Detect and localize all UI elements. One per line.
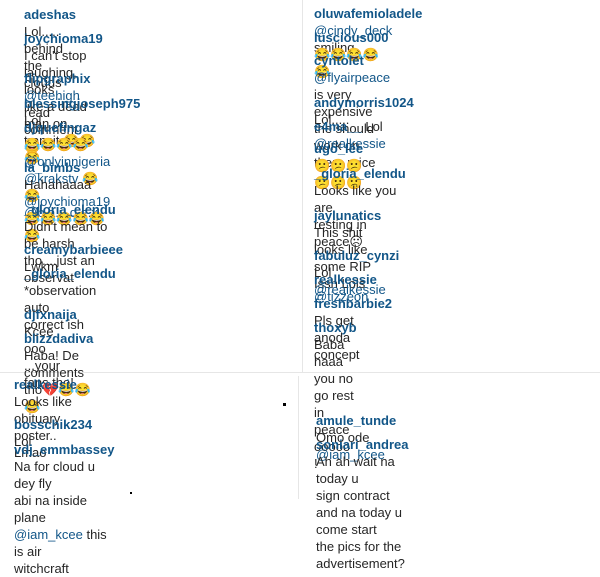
comment-text: Baba haaa you no go rest in	[314, 337, 354, 420]
comment-mention[interactable]: @iam_kcee	[14, 527, 83, 542]
comment-text: witchcraft	[14, 561, 69, 576]
comment-mention[interactable]: @flyairpeace	[314, 70, 390, 85]
column-divider	[302, 0, 303, 372]
comment-text: Na for cloud u dey fly	[14, 459, 95, 491]
comment-username[interactable]: _gloria_elendu	[24, 266, 116, 281]
comment-username[interactable]: cyntolet	[314, 53, 364, 68]
comment-username[interactable]: bosschik234	[14, 417, 92, 432]
artifact-dot	[283, 403, 286, 406]
comment-username[interactable]: _gloria_elendu	[24, 202, 116, 217]
comment-username[interactable]: joychioma19	[24, 31, 103, 46]
comment-username[interactable]: thoxyb	[314, 320, 357, 335]
comment-text: abi na inside plane	[14, 493, 87, 525]
comment-username[interactable]: realkessie	[14, 377, 77, 392]
comment-username[interactable]: creamybarbieee	[24, 242, 123, 257]
comment-username[interactable]: e4ma__	[314, 119, 362, 134]
comment-username[interactable]: ugo_lee	[314, 141, 363, 156]
comment-text: sign contract and na today u come start	[316, 488, 403, 537]
comment-username[interactable]: andymorris1024	[314, 95, 414, 110]
comment-username[interactable]: flipgraphix	[24, 71, 90, 86]
comment-username[interactable]: blessingjoseph975	[24, 96, 140, 111]
bottom-column-divider	[298, 376, 299, 499]
comment-username[interactable]: la_bimbs	[24, 160, 80, 175]
comment-username[interactable]: adeshas	[24, 7, 76, 22]
comment-username[interactable]: _gloria_elendu	[314, 166, 406, 181]
comment-username[interactable]: djquefingaz	[24, 120, 96, 135]
comment-username[interactable]: djfxnaija	[24, 307, 77, 322]
comment: vdj_emmbassey Na for cloud u dey fly abi…	[14, 441, 114, 577]
comment-username[interactable]: oluwafemioladele	[314, 6, 422, 21]
comment-text: Ah ah wait na today u	[316, 454, 395, 486]
comment-username[interactable]: freshbarbie2	[314, 296, 392, 311]
comment-username[interactable]: luscious000	[314, 30, 388, 45]
comment-username[interactable]: soniari_andrea	[316, 437, 409, 452]
comment: soniari_andrea Ah ah wait na today u sig…	[316, 436, 409, 572]
artifact-dot	[130, 492, 132, 494]
comment-text: the pics for the advertisement?	[316, 539, 405, 571]
comment-text: Hahahaaaa	[24, 177, 92, 192]
comment-text: Lol	[365, 119, 383, 134]
comment-username[interactable]: vdj_emmbassey	[14, 442, 114, 457]
comment-username[interactable]: amule_tunde	[316, 413, 396, 428]
comment-username[interactable]: realkessie	[314, 272, 377, 287]
comment-username[interactable]: jaylunatics	[314, 208, 381, 223]
comment-emoji: 😂😂😂😂	[24, 137, 89, 152]
comment-username[interactable]: blizzdadiva	[24, 331, 93, 346]
comment-username[interactable]: fabuluz_cynzi	[314, 248, 399, 263]
